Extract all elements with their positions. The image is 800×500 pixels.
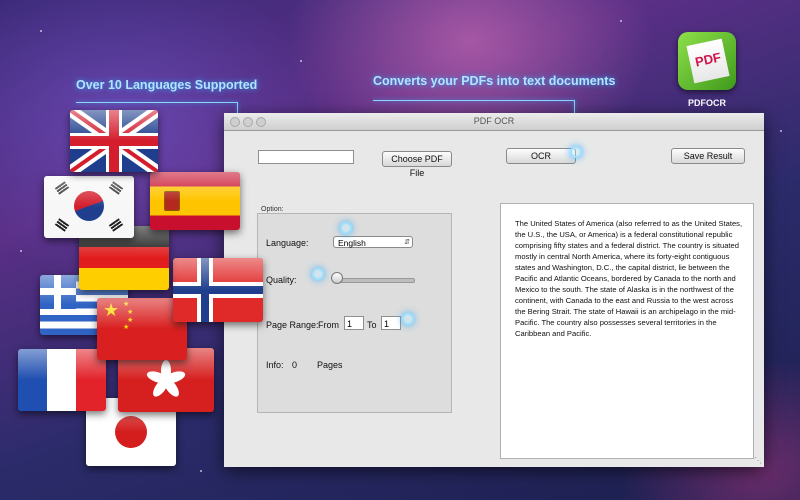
- callout-line: [373, 100, 575, 101]
- save-result-button[interactable]: Save Result: [671, 148, 745, 164]
- spain-coat-of-arms: [164, 191, 180, 211]
- quality-slider-knob[interactable]: [331, 272, 343, 284]
- south-korea-flag-icon: [44, 176, 134, 238]
- info-label: Info:: [266, 360, 284, 370]
- app-icon-label: PDFOCR: [688, 98, 726, 108]
- star: [200, 470, 202, 472]
- taegeuk-icon: [74, 191, 104, 221]
- language-label: Language:: [266, 238, 309, 248]
- callout-dot: [402, 313, 414, 325]
- star: [620, 20, 622, 22]
- callout-dot: [570, 146, 582, 158]
- languages-callout: Over 10 Languages Supported: [76, 78, 258, 92]
- ocr-result-text: The United States of America (also refer…: [515, 219, 743, 338]
- converts-callout: Converts your PDFs into text documents: [373, 74, 616, 88]
- pdfocr-app-icon[interactable]: PDF: [678, 32, 736, 90]
- ocr-result-textarea[interactable]: The United States of America (also refer…: [500, 203, 754, 459]
- quality-slider-track[interactable]: [333, 278, 415, 283]
- info-page-count: 0: [292, 360, 298, 370]
- quality-label: Quality:: [266, 275, 297, 285]
- to-page-input[interactable]: 1: [381, 316, 401, 330]
- star: [20, 250, 22, 252]
- callout-dot: [340, 222, 352, 234]
- window-title: PDF OCR: [473, 116, 515, 126]
- united-kingdom-flag-icon: [70, 110, 158, 172]
- union-jack-icon: [70, 110, 158, 172]
- japan-flag-disc: [115, 416, 147, 448]
- star: [300, 60, 302, 62]
- choose-pdf-file-button[interactable]: Choose PDF File: [382, 151, 452, 178]
- greece-flag-canton: [40, 275, 76, 309]
- select-arrows-icon: ⇵: [404, 239, 410, 246]
- spain-flag-icon: [150, 172, 240, 230]
- file-path-input[interactable]: [258, 150, 354, 164]
- france-flag-icon: [18, 349, 106, 411]
- options-groupbox: Language: English ⇵ Quality: Page Range:…: [257, 213, 452, 413]
- window-titlebar[interactable]: PDF OCR: [224, 113, 764, 131]
- china-flag-stars: ★: [103, 300, 120, 320]
- page-range-label: Page Range:: [266, 320, 319, 330]
- star: [780, 130, 782, 132]
- resize-grip-icon[interactable]: ⋱: [754, 456, 762, 465]
- pages-label: Pages: [317, 360, 343, 370]
- from-page-input[interactable]: 1: [344, 316, 364, 330]
- option-group-label: Option:: [261, 206, 284, 213]
- language-select-value: English: [338, 238, 366, 248]
- language-select[interactable]: English ⇵: [333, 236, 413, 248]
- from-label: From: [318, 320, 339, 330]
- ocr-button[interactable]: OCR: [506, 148, 576, 164]
- callout-dot: [312, 268, 324, 280]
- to-label: To: [367, 320, 377, 330]
- pdf-ocr-window: PDF OCR Choose PDF File OCR Save Result …: [224, 113, 764, 467]
- star: [40, 30, 42, 32]
- callout-line: [76, 102, 238, 103]
- norway-flag-icon: [173, 258, 263, 322]
